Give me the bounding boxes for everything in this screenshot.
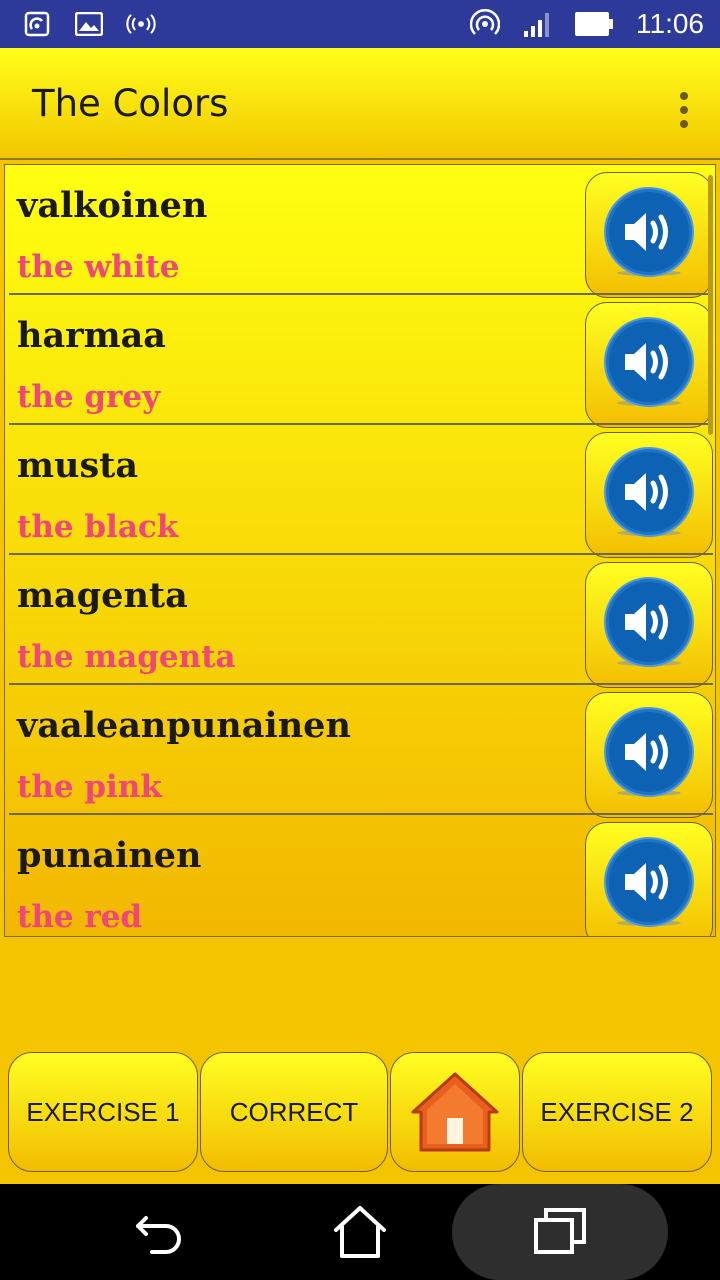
play-audio-button[interactable] [585, 302, 713, 428]
list-item[interactable]: magenta the magenta [5, 555, 715, 688]
home-nav-icon[interactable] [332, 1204, 388, 1260]
english-translation: the grey [17, 379, 161, 415]
home-button[interactable] [390, 1052, 520, 1172]
word-list[interactable]: valkoinen the white harmaa the grey must… [4, 164, 716, 937]
list-item[interactable]: vaaleanpunainen the pink [5, 685, 715, 818]
play-audio-button[interactable] [585, 692, 713, 818]
finnish-word: punainen [17, 835, 202, 876]
english-translation: the pink [17, 769, 162, 805]
list-scrollbar[interactable] [708, 175, 713, 435]
speaker-icon [604, 447, 694, 537]
list-item[interactable]: musta the black [5, 425, 715, 558]
exercise-1-button[interactable]: EXERCISE 1 [8, 1052, 198, 1172]
finnish-word: harmaa [17, 315, 166, 356]
battery-icon [574, 9, 614, 39]
app-bar: The Colors [0, 48, 720, 160]
play-audio-button[interactable] [585, 172, 713, 298]
list-item[interactable]: punainen the red [5, 815, 715, 936]
speaker-icon [604, 837, 694, 927]
exercise-2-button[interactable]: EXERCISE 2 [522, 1052, 712, 1172]
finnish-word: vaaleanpunainen [17, 705, 351, 746]
speaker-icon [604, 187, 694, 277]
english-translation: the black [17, 509, 179, 545]
status-time: 11:06 [636, 8, 704, 39]
signal-icon [522, 9, 552, 39]
correct-button[interactable]: CORRECT [200, 1052, 388, 1172]
home-icon [411, 1072, 499, 1152]
english-translation: the magenta [17, 639, 236, 675]
image-icon [74, 9, 104, 39]
status-bar: 11:06 [0, 0, 720, 48]
finnish-word: musta [17, 445, 139, 486]
finnish-word: magenta [17, 575, 188, 616]
hotspot-icon [470, 9, 500, 39]
speaker-icon [604, 707, 694, 797]
recents-icon[interactable] [532, 1204, 588, 1260]
finnish-word: valkoinen [17, 185, 208, 226]
speaker-icon [604, 577, 694, 667]
bottom-action-bar: EXERCISE 1 CORRECT EXERCISE 2 [0, 1052, 720, 1174]
page-title: The Colors [32, 81, 229, 125]
play-audio-button[interactable] [585, 432, 713, 558]
nfc-icon [22, 9, 52, 39]
broadcast-icon [126, 9, 156, 39]
list-item[interactable]: valkoinen the white [5, 165, 715, 298]
english-translation: the white [17, 249, 180, 285]
play-audio-button[interactable] [585, 562, 713, 688]
play-audio-button[interactable] [585, 822, 713, 936]
english-translation: the red [17, 899, 143, 935]
overflow-menu-icon[interactable] [674, 92, 694, 128]
list-item[interactable]: harmaa the grey [5, 295, 715, 428]
back-icon[interactable] [132, 1204, 188, 1260]
speaker-icon [604, 317, 694, 407]
